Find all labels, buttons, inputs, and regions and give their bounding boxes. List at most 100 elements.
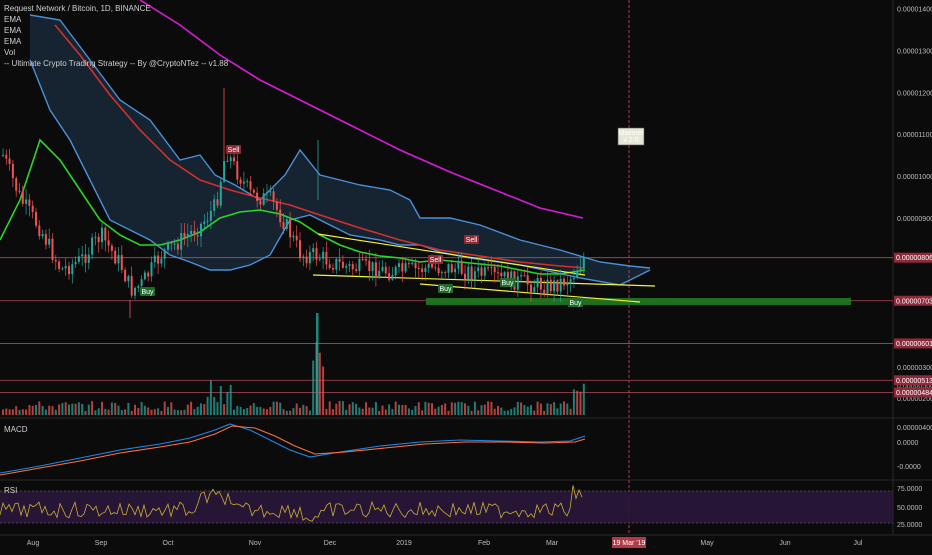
candle-body [447,264,450,273]
volume-bar [563,401,565,415]
volume-bar [464,403,466,415]
candle-body [31,205,34,212]
candle-body [94,236,97,238]
candle-body [160,258,163,264]
candle-body [120,255,123,270]
candle-body [200,223,202,237]
legend-ema-1[interactable]: EMA [4,14,228,25]
volume-bar [401,404,404,415]
macd-label[interactable]: MACD [4,425,28,434]
volume-bar [61,403,64,415]
volume-bar [490,401,493,415]
candle-body [74,261,77,265]
candle-body [249,181,252,190]
candle-body [186,234,189,238]
legend-ema-2[interactable]: EMA [4,25,228,36]
candle-body [71,264,74,275]
legend-title[interactable]: Request Network / Bitcoin, 1D, BINANCE [4,3,228,14]
candle-body [282,222,285,229]
candle-body [328,264,331,268]
candle-body [48,238,51,245]
candle-body [163,249,166,259]
candle-body [150,262,153,277]
volume-bar [553,402,556,415]
volume-bar [530,405,532,415]
rsi-label[interactable]: RSI [4,486,17,495]
legend-strategy[interactable]: -- Ultimate Crypto Trading Strategy -- B… [4,58,228,69]
candle-body [355,269,358,271]
candle-body [572,278,575,280]
volume-bar [2,409,4,415]
volume-bar [68,404,70,415]
candle-body [549,279,552,292]
volume-bar [266,409,268,415]
volume-bar [539,403,542,415]
volume-bar [424,401,427,415]
candle-body [434,267,437,269]
legend-vol[interactable]: Vol [4,47,228,58]
signal-label-sell: Sell [228,147,240,154]
candle-body [391,275,394,280]
candle-body [11,163,14,179]
candle-body [292,235,295,238]
time-tick-label: May [700,540,714,547]
candle-body [493,267,496,273]
candle-body [114,250,117,264]
candle-body [262,193,265,205]
candle-body [457,260,460,269]
candle-body [381,266,384,271]
candle-body [256,192,259,201]
volume-bar [434,408,437,415]
rsi-tick-label: 50.0000 [897,505,922,512]
candle-body [206,220,209,222]
volume-bar [150,409,153,415]
volume-bar [97,408,100,415]
macd-tick-label: -0.0000 [897,464,921,471]
volume-bar [252,403,255,415]
volume-bar [358,407,361,415]
candle-body [61,268,64,270]
volume-bar [407,408,410,415]
candle-body [5,154,8,159]
candle-body [348,264,351,266]
candle-body [35,211,37,226]
volume-bar [94,410,97,415]
candle-body [223,160,226,182]
candle-body [140,279,143,287]
legend-ema-3[interactable]: EMA [4,36,228,47]
volume-bar [200,403,202,415]
price-tick-label: 0.00000900 [897,216,932,223]
time-tick-label: Oct [163,540,174,547]
candle-body [285,219,288,229]
volume-bar [21,409,24,415]
candle-body [25,199,28,204]
volume-bar [77,402,80,415]
volume-bar [8,409,11,415]
volume-bar [500,407,503,415]
candle-body [351,264,354,270]
volume-bar [196,406,199,415]
volume-bar [516,401,519,415]
volume-bar [493,408,496,415]
volume-bar [335,403,338,415]
candle-body [213,199,216,211]
candle-body [259,200,262,205]
candle-body [394,266,397,276]
candle-body [233,157,235,162]
candle-body [190,230,193,235]
volume-tick-label: 0.00000300 [897,365,932,372]
candle-body [170,242,173,244]
volume-bar [134,404,136,415]
rsi-band [0,491,893,523]
price-level-tag-label: 0.00000601 [896,341,932,348]
candle-body [374,262,377,278]
volume-bar [457,401,460,415]
candle-body [322,251,325,259]
candle-body [358,259,361,271]
candle-body [559,278,562,292]
volume-bar [411,409,414,415]
candle-body [193,230,196,236]
volume-bar [256,406,259,415]
volume-bar [391,409,394,415]
volume-bar-peak [316,313,319,415]
